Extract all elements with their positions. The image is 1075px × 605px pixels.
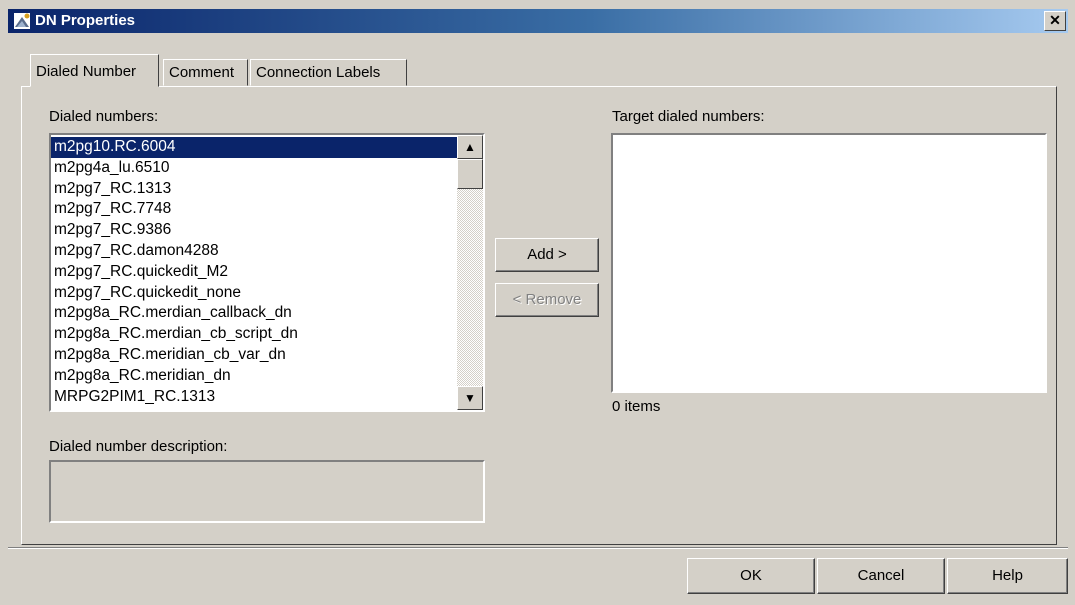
scroll-thumb[interactable] xyxy=(457,159,483,189)
remove-button-label: < Remove xyxy=(512,291,582,308)
vertical-scrollbar[interactable]: ▲ ▼ xyxy=(457,135,483,410)
description-field xyxy=(49,460,485,523)
list-item[interactable]: m2pg7_RC.7748 xyxy=(51,199,459,220)
target-dialed-numbers-list[interactable] xyxy=(611,133,1047,393)
close-icon: ✕ xyxy=(1049,12,1061,28)
ok-button-label: OK xyxy=(740,567,762,584)
tab-comment[interactable]: Comment xyxy=(163,59,248,86)
list-item[interactable]: MRPG2PIM1_RC.1313 xyxy=(51,387,459,408)
list-item[interactable]: m2pg7_RC.damon4288 xyxy=(51,241,459,262)
list-item[interactable]: MRPG2PIM1_RC.sanny7 xyxy=(51,407,459,410)
tab-label: Connection Labels xyxy=(256,64,381,81)
cancel-button[interactable]: Cancel xyxy=(817,558,945,594)
list-item[interactable]: m2pg10.RC.6004 xyxy=(51,137,459,158)
scroll-down-button[interactable]: ▼ xyxy=(457,386,483,410)
dialed-numbers-label: Dialed numbers: xyxy=(49,108,159,125)
add-button[interactable]: Add > xyxy=(495,238,599,272)
ok-button[interactable]: OK xyxy=(687,558,815,594)
description-label: Dialed number description: xyxy=(49,438,228,455)
app-icon xyxy=(14,13,30,29)
title-bar[interactable]: DN Properties ✕ xyxy=(8,9,1068,33)
target-items-count: 0 items xyxy=(612,398,661,415)
list-item[interactable]: m2pg8a_RC.merdian_callback_dn xyxy=(51,303,459,324)
scroll-down-icon: ▼ xyxy=(464,391,476,405)
help-button[interactable]: Help xyxy=(947,558,1068,594)
list-item[interactable]: m2pg7_RC.1313 xyxy=(51,179,459,200)
dn-properties-dialog: DN Properties ✕ Dialed Number Comment Co… xyxy=(0,0,1075,605)
list-item[interactable]: m2pg7_RC.9386 xyxy=(51,220,459,241)
dialed-numbers-items: m2pg10.RC.6004 m2pg4a_lu.6510 m2pg7_RC.131… xyxy=(51,137,459,410)
tab-label: Comment xyxy=(169,64,235,81)
list-item[interactable]: m2pg8a_RC.meridian_cb_var_dn xyxy=(51,345,459,366)
list-item[interactable]: m2pg8a_RC.merdian_cb_script_dn xyxy=(51,324,459,345)
add-button-label: Add > xyxy=(527,246,567,263)
tab-dialed-number[interactable]: Dialed Number xyxy=(30,54,159,87)
tab-connection-labels[interactable]: Connection Labels xyxy=(250,59,407,86)
scroll-up-button[interactable]: ▲ xyxy=(457,135,483,159)
tab-label: Dialed Number xyxy=(36,63,137,80)
window-title: DN Properties xyxy=(35,12,136,29)
help-button-label: Help xyxy=(992,567,1023,584)
list-item[interactable]: m2pg7_RC.quickedit_none xyxy=(51,283,459,304)
list-item[interactable]: m2pg8a_RC.meridian_dn xyxy=(51,366,459,387)
list-item[interactable]: m2pg4a_lu.6510 xyxy=(51,158,459,179)
dialed-numbers-list[interactable]: m2pg10.RC.6004 m2pg4a_lu.6510 m2pg7_RC.131… xyxy=(49,133,485,412)
footer-divider xyxy=(8,547,1068,549)
remove-button[interactable]: < Remove xyxy=(495,283,599,317)
list-item[interactable]: m2pg7_RC.quickedit_M2 xyxy=(51,262,459,283)
target-dialed-numbers-label: Target dialed numbers: xyxy=(612,108,765,125)
cancel-button-label: Cancel xyxy=(857,567,905,584)
scroll-up-icon: ▲ xyxy=(464,140,476,154)
close-button[interactable]: ✕ xyxy=(1044,11,1066,31)
